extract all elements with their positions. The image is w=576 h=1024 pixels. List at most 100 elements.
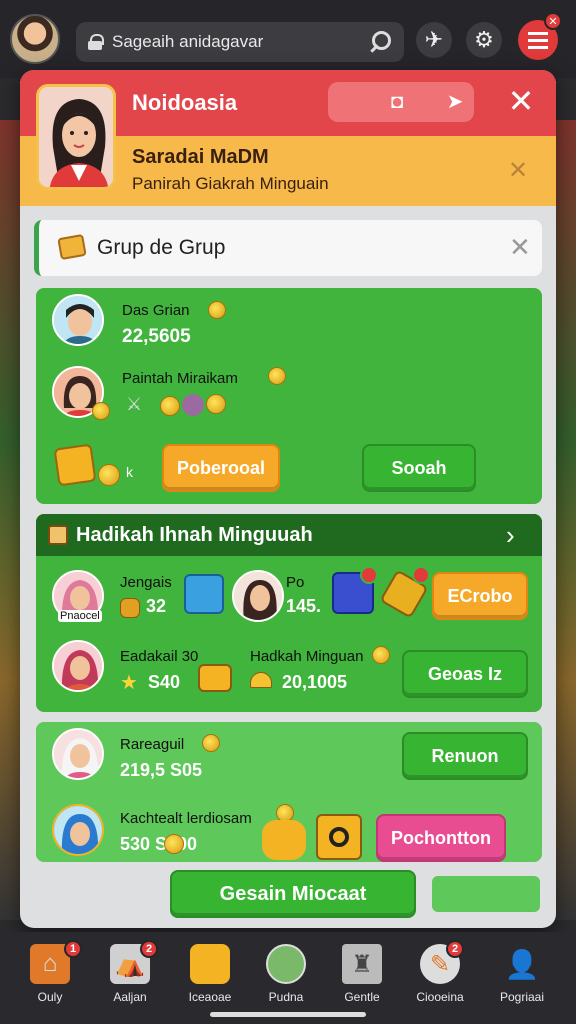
gear-icon[interactable]: ⚙ xyxy=(466,22,502,58)
home-indicator[interactable] xyxy=(210,1012,366,1017)
green-action-button[interactable]: Renuon xyxy=(402,732,528,780)
blue-hair-avatar-icon xyxy=(54,806,102,854)
player-name: Eadakail 30 xyxy=(120,648,199,665)
subheader-text: Panirah Giakrah Minguain xyxy=(132,174,329,193)
multiplier-text: k xyxy=(126,464,133,480)
nav-label: Iceaoae xyxy=(188,990,232,1004)
coin-icon xyxy=(164,834,184,854)
player-score: 22,5605 xyxy=(122,326,191,347)
avatar-caption: Pnaocel xyxy=(58,610,102,622)
player-name: Jengais xyxy=(120,574,172,591)
search-icon[interactable] xyxy=(370,31,392,53)
magnifier-icon xyxy=(329,827,349,847)
close-button[interactable]: ✕ xyxy=(504,84,538,118)
coin-icon xyxy=(372,646,390,664)
nav-item-trophy[interactable]: ♜ Gentle xyxy=(322,940,402,1016)
menu-icon xyxy=(528,38,548,42)
leaderboard-card: Das Grian 22,5605 Paintah Miraikam ⚔ k P… xyxy=(36,288,542,504)
player-name: Das Grian xyxy=(122,302,190,319)
user-icon: 👤 xyxy=(504,948,540,980)
avatar[interactable] xyxy=(232,570,284,622)
badge-count: 2 xyxy=(140,940,158,958)
badge-count: 1 xyxy=(64,940,82,958)
clear-icon[interactable]: ✕ xyxy=(509,232,531,263)
profile-avatar-icon xyxy=(266,944,306,984)
group-label: Grup de Grup xyxy=(97,236,226,259)
nav-label: Aaljan xyxy=(113,990,147,1004)
player-score: S40 xyxy=(148,672,181,692)
player-score: 530 S600 xyxy=(120,834,198,854)
hijab-girl-avatar-icon xyxy=(54,730,102,778)
player-name: Rareaguil xyxy=(120,736,185,753)
coin-icon xyxy=(160,396,180,416)
nav-item-shop[interactable]: ⛺ 2 Aaljan xyxy=(90,940,170,1016)
player-name: Po xyxy=(286,574,305,591)
ranking-card: Hadikah Ihnah Minguuah › Pnaocel Jengais… xyxy=(36,514,542,712)
orange-action-button[interactable]: Poberooal xyxy=(162,444,280,492)
card-title: Hadikah Ihnah Minguuah xyxy=(76,524,313,546)
crate-icon xyxy=(120,598,140,618)
primary-action-button[interactable]: Gesain Miocaat xyxy=(170,870,416,918)
nav-item-user[interactable]: 👤 Pogriaai xyxy=(482,940,562,1016)
gold-bag-icon xyxy=(262,820,306,860)
coin-icon xyxy=(206,394,226,414)
nav-item-profile[interactable]: Pudna xyxy=(246,940,326,1016)
player-name: Kachtealt lerdiosam xyxy=(120,810,252,827)
avatar[interactable] xyxy=(52,294,104,346)
gem-icon xyxy=(182,394,204,416)
gold-block-icon xyxy=(53,443,97,487)
header-actions: ◘ ➤ xyxy=(328,82,474,122)
orange-action-button[interactable]: ECrobo xyxy=(432,572,528,620)
search-item-button[interactable] xyxy=(316,814,362,860)
group-selector[interactable]: Grup de Grup ✕ xyxy=(34,220,542,276)
modal-dialog: Noidoasia ◘ ➤ ✕ Saradai MaDM Panirah Gia… xyxy=(20,70,556,928)
avatar[interactable] xyxy=(10,14,60,64)
map-item-icon[interactable] xyxy=(184,574,224,614)
coin-icon xyxy=(92,402,110,420)
bottom-navigation: ⌂ 1 Ouly ⛺ 2 Aaljan Iceaoae Pudna ♜ Gent… xyxy=(0,932,576,1024)
profile-picture[interactable] xyxy=(36,84,116,190)
secondary-placeholder-button[interactable] xyxy=(432,876,540,912)
player-score: 219,5 S05 xyxy=(120,760,203,780)
nav-label: Ouly xyxy=(37,990,63,1004)
badge-icon xyxy=(360,566,378,584)
chevron-right-icon[interactable]: › xyxy=(506,520,515,551)
player-name: Paintah Miraikam xyxy=(122,370,238,387)
subheader-title: Saradai MaDM xyxy=(132,146,269,168)
player-name: Hadkah Minguan xyxy=(250,648,364,665)
send-icon[interactable]: ➤ xyxy=(442,90,468,114)
avatar[interactable] xyxy=(52,728,104,780)
chest-icon xyxy=(190,944,230,984)
boy-avatar-icon xyxy=(54,296,102,344)
player-score: 32 xyxy=(146,596,167,616)
green-action-button[interactable]: Sooah xyxy=(362,444,476,492)
green-action-button[interactable]: Geoas Iz xyxy=(402,650,528,698)
paper-plane-icon[interactable]: ✈ xyxy=(416,22,452,58)
search-input[interactable] xyxy=(112,32,370,52)
close-icon[interactable]: ✕ xyxy=(544,12,562,30)
badge-icon xyxy=(412,566,430,584)
rewards-card: Rareaguil 219,5 S05 Renuon Kachtealt ler… xyxy=(36,722,542,862)
camera-icon[interactable]: ◘ xyxy=(384,90,410,114)
gold-pile-icon xyxy=(250,672,272,688)
nav-label: Ciooeina xyxy=(416,990,464,1004)
avatar[interactable] xyxy=(52,804,104,856)
nav-item-chest[interactable]: Iceaoae xyxy=(170,940,250,1016)
scroll-icon xyxy=(48,525,68,545)
badge-count: 2 xyxy=(446,940,464,958)
player-score: 20,1005 xyxy=(282,672,348,692)
hijab-woman-avatar-icon xyxy=(54,642,102,690)
card-header[interactable]: Hadikah Ihnah Minguuah › xyxy=(36,514,542,556)
nav-item-home[interactable]: ⌂ 1 Ouly xyxy=(10,940,90,1016)
lock-icon xyxy=(88,34,104,50)
nav-item-rocket[interactable]: ✎ 2 Ciooeina xyxy=(400,940,480,1016)
treasure-icon xyxy=(198,664,232,692)
trophy-icon: ♜ xyxy=(342,944,382,984)
modal-title: Noidoasia xyxy=(132,90,238,115)
avatar[interactable] xyxy=(52,640,104,692)
player-score: 145. xyxy=(286,596,322,616)
search-bar[interactable] xyxy=(76,22,404,62)
pink-action-button[interactable]: Pochontton xyxy=(376,814,506,862)
dismiss-icon[interactable]: ✕ xyxy=(508,156,528,185)
nav-label: Gentle xyxy=(344,990,380,1004)
